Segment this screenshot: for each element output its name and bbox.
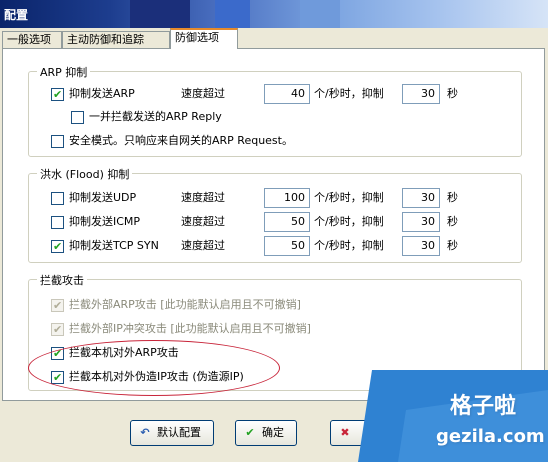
tab-defense-options[interactable]: 防御选项 bbox=[170, 28, 238, 49]
title-mosaic bbox=[215, 0, 250, 28]
checkbox-label: 抑制发送TCP SYN bbox=[69, 239, 159, 252]
speed-label: 速度超过 bbox=[181, 239, 225, 252]
title-mosaic bbox=[300, 0, 340, 28]
seconds-label: 秒 bbox=[447, 215, 458, 228]
flood-group: 洪水 (Flood) 抑制 抑制发送UDP 速度超过 100 个/秒时，抑制 3… bbox=[28, 166, 522, 263]
suppress-udp-row: 抑制发送UDP 速度超过 100 个/秒时，抑制 30 秒 bbox=[51, 188, 521, 208]
unit-label: 个/秒时，抑制 bbox=[314, 87, 384, 100]
rate-input[interactable]: 50 bbox=[264, 212, 310, 232]
safe-mode-checkbox[interactable] bbox=[51, 135, 64, 148]
suppress-tcp-syn-checkbox[interactable] bbox=[51, 238, 64, 256]
checkmark-icon: ✔ bbox=[245, 426, 255, 439]
group-title: 拦截攻击 bbox=[37, 272, 87, 288]
speed-label: 速度超过 bbox=[181, 87, 225, 100]
checkbox-label: 拦截外部IP冲突攻击 [此功能默认启用且不可撤销] bbox=[69, 322, 311, 335]
group-title: 洪水 (Flood) 抑制 bbox=[37, 166, 133, 182]
suppress-tcp-syn-row: 抑制发送TCP SYN 速度超过 50 个/秒时，抑制 30 秒 bbox=[51, 236, 521, 256]
block-external-ip-checkbox bbox=[51, 321, 64, 339]
undo-icon: ↶ bbox=[140, 426, 150, 439]
speed-label: 速度超过 bbox=[181, 215, 225, 228]
duration-input[interactable]: 30 bbox=[402, 84, 440, 104]
block-external-ip-row: 拦截外部IP冲突攻击 [此功能默认启用且不可撤销] bbox=[51, 320, 511, 339]
suppress-icmp-row: 抑制发送ICMP 速度超过 50 个/秒时，抑制 30 秒 bbox=[51, 212, 521, 232]
suppress-arp-row: 抑制发送ARP 速度超过 40 个/秒时，抑制 30 秒 bbox=[51, 84, 521, 104]
safe-mode-row: 安全模式。只响应来自网关的ARP Request。 bbox=[51, 132, 451, 150]
checkbox-label: 拦截外部ARP攻击 [此功能默认启用且不可撤销] bbox=[69, 298, 301, 311]
speed-label: 速度超过 bbox=[181, 191, 225, 204]
default-config-button[interactable]: ↶ 默认配置 bbox=[130, 420, 214, 446]
checkbox-label: 抑制发送UDP bbox=[69, 191, 137, 204]
tab-strip: 一般选项 主动防御和追踪 防御选项 bbox=[0, 28, 548, 49]
title-mosaic bbox=[130, 0, 190, 28]
checkbox-label: 一并拦截发送的ARP Reply bbox=[89, 110, 222, 123]
watermark-text: 格子啦 bbox=[450, 394, 517, 419]
duration-input[interactable]: 30 bbox=[402, 236, 440, 256]
rate-input[interactable]: 50 bbox=[264, 236, 310, 256]
unit-label: 个/秒时，抑制 bbox=[314, 191, 384, 204]
suppress-arp-checkbox[interactable] bbox=[51, 86, 64, 104]
ok-button[interactable]: ✔ 确定 bbox=[235, 420, 297, 446]
block-external-arp-row: 拦截外部ARP攻击 [此功能默认启用且不可撤销] bbox=[51, 296, 511, 315]
block-reply-checkbox[interactable] bbox=[71, 111, 84, 124]
seconds-label: 秒 bbox=[447, 239, 458, 252]
close-icon: ✖ bbox=[340, 426, 350, 439]
checkbox-label: 安全模式。只响应来自网关的ARP Request。 bbox=[69, 134, 293, 147]
duration-input[interactable]: 30 bbox=[402, 188, 440, 208]
rate-input[interactable]: 100 bbox=[264, 188, 310, 208]
window-title: 配置 bbox=[4, 8, 29, 22]
suppress-icmp-checkbox[interactable] bbox=[51, 216, 64, 229]
watermark-url: gezila.com bbox=[436, 426, 545, 447]
block-reply-row: 一并拦截发送的ARP Reply bbox=[71, 108, 371, 126]
highlight-ellipse bbox=[28, 340, 280, 396]
arp-group: ARP 抑制 抑制发送ARP 速度超过 40 个/秒时，抑制 30 秒 一并拦截… bbox=[28, 64, 522, 157]
seconds-label: 秒 bbox=[447, 87, 458, 100]
seconds-label: 秒 bbox=[447, 191, 458, 204]
tab-active-defense[interactable]: 主动防御和追踪 bbox=[62, 31, 170, 48]
suppress-udp-checkbox[interactable] bbox=[51, 192, 64, 205]
block-external-arp-checkbox bbox=[51, 297, 64, 315]
group-title: ARP 抑制 bbox=[37, 64, 91, 80]
title-bar[interactable]: 配置 bbox=[0, 0, 548, 28]
rate-input[interactable]: 40 bbox=[264, 84, 310, 104]
duration-input[interactable]: 30 bbox=[402, 212, 440, 232]
tab-general[interactable]: 一般选项 bbox=[2, 31, 62, 48]
unit-label: 个/秒时，抑制 bbox=[314, 239, 384, 252]
watermark: 格子啦 gezila.com bbox=[358, 370, 548, 462]
checkbox-label: 抑制发送ARP bbox=[69, 87, 135, 100]
unit-label: 个/秒时，抑制 bbox=[314, 215, 384, 228]
checkbox-label: 抑制发送ICMP bbox=[69, 215, 141, 228]
